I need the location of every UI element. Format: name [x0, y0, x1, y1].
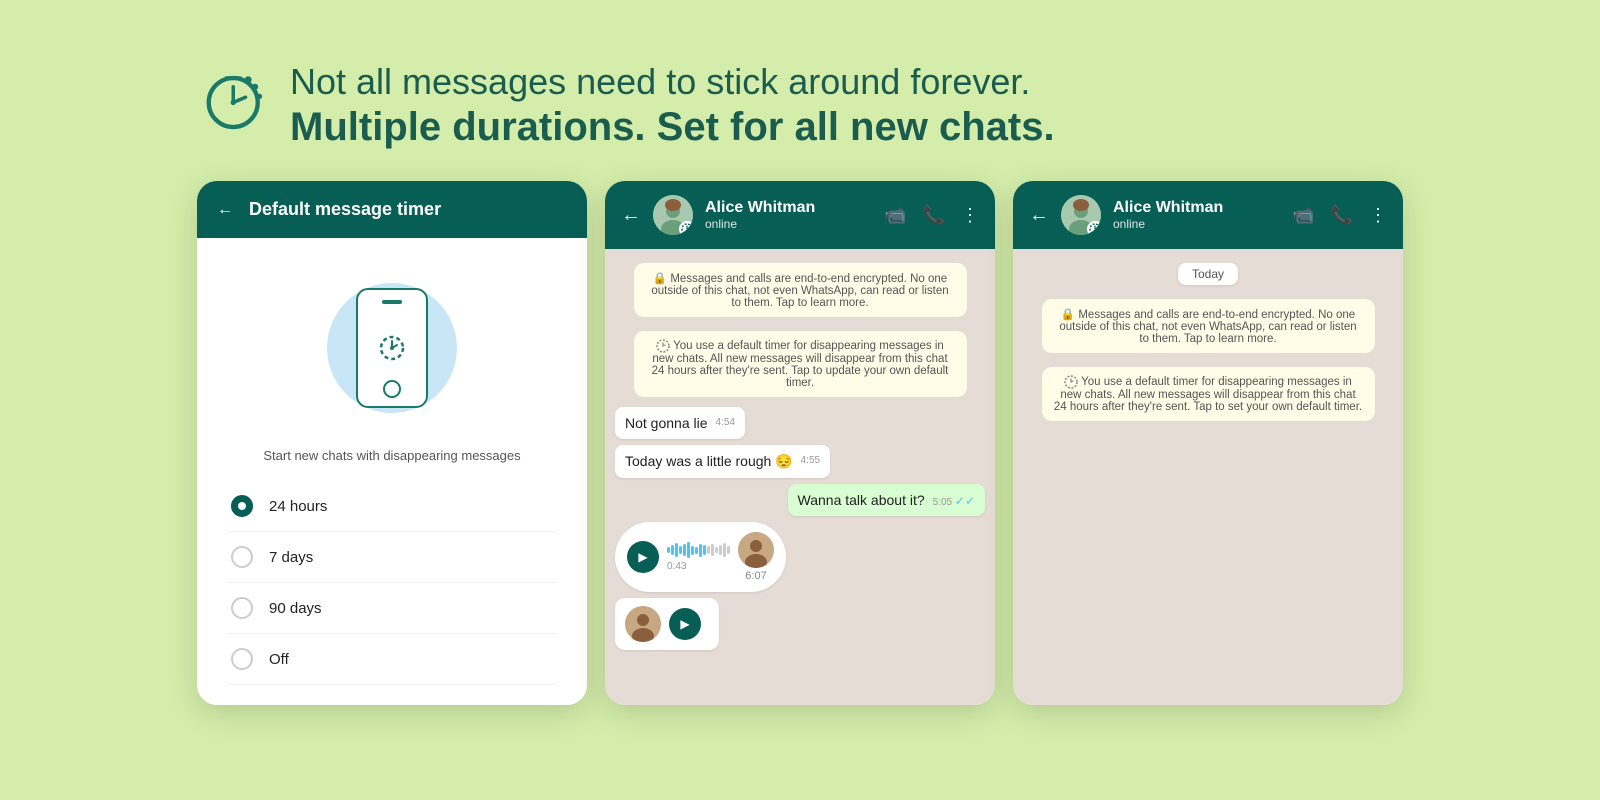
voice-avatar-svg [738, 532, 774, 568]
header-section: Not all messages need to stick around fo… [0, 0, 1600, 181]
panel1-description: Start new chats with disappearing messag… [263, 448, 520, 463]
panel2-msg3-time: 5:05 ✓✓ [933, 494, 975, 508]
radio-circle-24h[interactable] [231, 495, 253, 517]
panel3-timer-notice-icon [1064, 375, 1078, 389]
panel3-video-call-icon[interactable]: 📹 [1292, 205, 1314, 226]
panel-default-timer: ← Default message timer Start new chats … [197, 181, 587, 705]
panel3-avatar-timer [1087, 221, 1101, 235]
radio-circle-7d[interactable] [231, 546, 253, 568]
panel2-msg3: Wanna talk about it? 5:05 ✓✓ [788, 484, 985, 516]
panel1-back-button[interactable]: ← [217, 201, 233, 219]
lock-icon: 🔒 [653, 273, 667, 285]
voice-elapsed-time: 0:43 [667, 561, 686, 572]
panel2-chat-body: 🔒 Messages and calls are end-to-end encr… [605, 249, 995, 705]
timer-logo-icon [200, 64, 270, 134]
panel3-timer-notice[interactable]: You use a default timer for disappearing… [1042, 367, 1375, 421]
panel3-phone-call-icon[interactable]: 📞 [1331, 205, 1353, 226]
radio-label-24h: 24 hours [269, 498, 327, 515]
panel3-lock-icon: 🔒 [1061, 309, 1075, 321]
panel3-back-button[interactable]: ← [1029, 204, 1049, 227]
panel-chat-second: ← Alice Whitman online [1013, 181, 1403, 705]
voice-play-button[interactable]: ▶ [627, 541, 659, 573]
panel3-avatar [1061, 195, 1101, 235]
radio-circle-90d[interactable] [231, 597, 253, 619]
more-options-icon[interactable]: ⋮ [961, 205, 979, 226]
panel3-contact-name: Alice Whitman [1113, 199, 1280, 217]
timer-notice-icon [656, 339, 670, 353]
panel2-contact-info: Alice Whitman online [705, 199, 872, 231]
header-title: Multiple durations. Set for all new chat… [290, 103, 1055, 151]
partial-play-button[interactable]: ▶ [669, 608, 701, 640]
panel3-contact-status: online [1113, 217, 1280, 231]
partial-avatar-svg [625, 606, 661, 642]
panels-container: ← Default message timer Start new chats … [0, 181, 1600, 705]
radio-label-off: Off [269, 651, 289, 668]
panel2-msg3-text: Wanna talk about it? [798, 492, 925, 508]
video-call-icon[interactable]: 📹 [884, 205, 906, 226]
panel2-partial-bubble: ▶ [615, 598, 719, 650]
panel3-more-options-icon[interactable]: ⋮ [1369, 205, 1387, 226]
voice-msg-right: 6:07 [738, 532, 774, 582]
panel3-encryption-notice[interactable]: 🔒 Messages and calls are end-to-end encr… [1042, 299, 1375, 353]
waveform-bars [667, 542, 730, 558]
panel3-header-icons: 📹 📞 ⋮ [1292, 205, 1387, 226]
radio-label-7d: 7 days [269, 549, 313, 566]
phone-call-icon[interactable]: 📞 [923, 205, 945, 226]
panel1-title: Default message timer [249, 199, 441, 220]
panel2-encryption-notice[interactable]: 🔒 Messages and calls are end-to-end encr… [634, 263, 967, 317]
panel2-msg2-text: Today was a little rough 😔 [625, 453, 793, 469]
radio-options-list: 24 hours 7 days 90 days Off [217, 481, 567, 685]
voice-avatar [738, 532, 774, 568]
radio-item-24h[interactable]: 24 hours [227, 481, 557, 532]
partial-avatar [625, 606, 661, 642]
panel2-header-icons: 📹 📞 ⋮ [884, 205, 979, 226]
double-tick-icon: ✓✓ [955, 494, 975, 508]
panel2-msg1-time: 4:54 [716, 417, 735, 428]
voice-sent-time: 6:07 [745, 570, 766, 582]
panel2-msg2-time: 4:55 [801, 455, 820, 466]
radio-label-90d: 90 days [269, 600, 322, 617]
panel2-msg1: Not gonna lie 4:54 [615, 407, 745, 439]
panel3-timer-icon [1089, 223, 1101, 235]
panel3-header: ← Alice Whitman online [1013, 181, 1403, 249]
panel1-body: Start new chats with disappearing messag… [197, 238, 587, 705]
panel2-timer-notice[interactable]: You use a default timer for disappearing… [634, 331, 967, 397]
panel3-chat-body: Today 🔒 Messages and calls are end-to-en… [1013, 249, 1403, 705]
panel2-back-button[interactable]: ← [621, 204, 641, 227]
panel2-voice-msg: ▶ [615, 522, 786, 592]
today-badge: Today [1178, 263, 1238, 285]
panel2-avatar [653, 195, 693, 235]
panel2-msg1-text: Not gonna lie [625, 415, 708, 431]
phone-timer-svg [377, 333, 407, 363]
radio-circle-off[interactable] [231, 648, 253, 670]
header-tagline: Not all messages need to stick around fo… [290, 60, 1055, 103]
header-text-block: Not all messages need to stick around fo… [290, 60, 1055, 151]
radio-item-off[interactable]: Off [227, 634, 557, 685]
phone-device [356, 288, 428, 408]
panel2-avatar-timer [679, 221, 693, 235]
voice-waveform: 0:43 [667, 545, 730, 569]
phone-illustration [312, 268, 472, 428]
panel2-msg2: Today was a little rough 😔 4:55 [615, 445, 830, 478]
panel-chat-messages: ← Alice Whitman [605, 181, 995, 705]
voice-times: 0:43 [667, 561, 730, 572]
panel2-contact-status: online [705, 217, 872, 231]
avatar-timer-icon [681, 223, 693, 235]
panel3-contact-info: Alice Whitman online [1113, 199, 1280, 231]
panel1-header: ← Default message timer [197, 181, 587, 238]
radio-item-90d[interactable]: 90 days [227, 583, 557, 634]
panel2-header: ← Alice Whitman [605, 181, 995, 249]
radio-item-7d[interactable]: 7 days [227, 532, 557, 583]
panel2-contact-name: Alice Whitman [705, 199, 872, 217]
